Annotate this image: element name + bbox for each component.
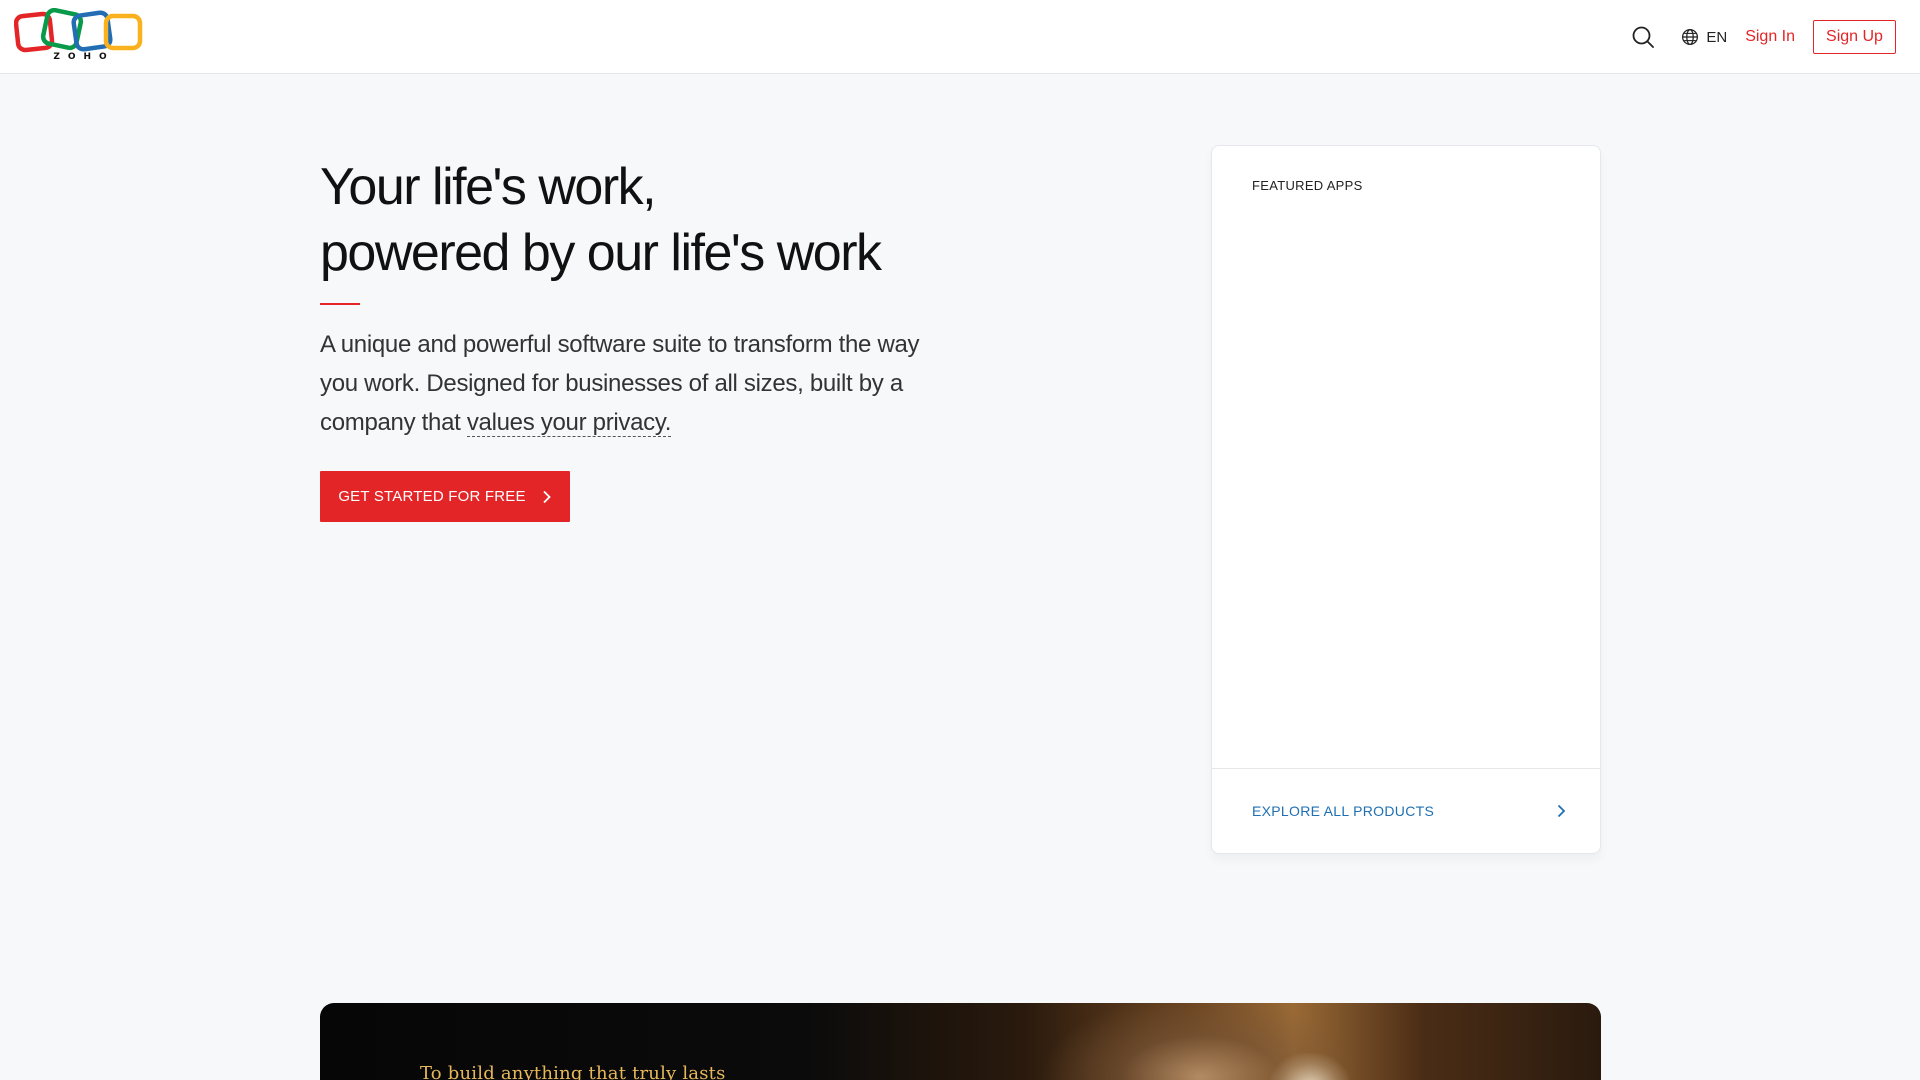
get-started-label: GET STARTED FOR FREE bbox=[338, 488, 526, 505]
privacy-link[interactable]: values your privacy. bbox=[466, 409, 671, 437]
chevron-right-icon bbox=[543, 490, 551, 503]
search-icon[interactable] bbox=[1631, 25, 1655, 49]
sign-up-button[interactable]: Sign Up bbox=[1813, 20, 1896, 54]
story-banner: To build anything that truly lasts bbox=[320, 1003, 1601, 1080]
zoho-logo-mark bbox=[13, 7, 143, 53]
logo-wordmark: ZOHO bbox=[53, 52, 115, 62]
hero-title: Your life's work, powered by our life's … bbox=[320, 154, 1080, 286]
featured-apps-card: FEATURED APPS EXPLORE ALL PRODUCTS bbox=[1211, 145, 1601, 854]
featured-apps-title: FEATURED APPS bbox=[1252, 178, 1363, 193]
hero-description: A unique and powerful software suite to … bbox=[320, 325, 960, 442]
zoho-logo[interactable]: ZOHO bbox=[13, 7, 146, 66]
banner-image-highlight bbox=[1270, 1053, 1350, 1080]
sign-in-link[interactable]: Sign In bbox=[1745, 28, 1795, 46]
explore-all-products-label: EXPLORE ALL PRODUCTS bbox=[1252, 803, 1435, 819]
get-started-button[interactable]: GET STARTED FOR FREE bbox=[320, 471, 570, 522]
banner-quote: To build anything that truly lasts bbox=[420, 1063, 726, 1080]
top-header: ZOHO EN Sign In Sign Up bbox=[0, 0, 1920, 74]
hero-title-line-1: Your life's work, bbox=[320, 158, 657, 216]
hero-accent-rule bbox=[320, 303, 360, 305]
header-actions: EN Sign In Sign Up bbox=[1631, 0, 1896, 74]
globe-icon bbox=[1682, 28, 1699, 46]
hero-title-line-2: powered by our life's work bbox=[320, 224, 882, 282]
language-label: EN bbox=[1706, 28, 1728, 46]
explore-all-products-link[interactable]: EXPLORE ALL PRODUCTS bbox=[1212, 769, 1600, 853]
chevron-right-icon bbox=[1557, 804, 1566, 818]
language-selector[interactable]: EN bbox=[1681, 28, 1727, 46]
